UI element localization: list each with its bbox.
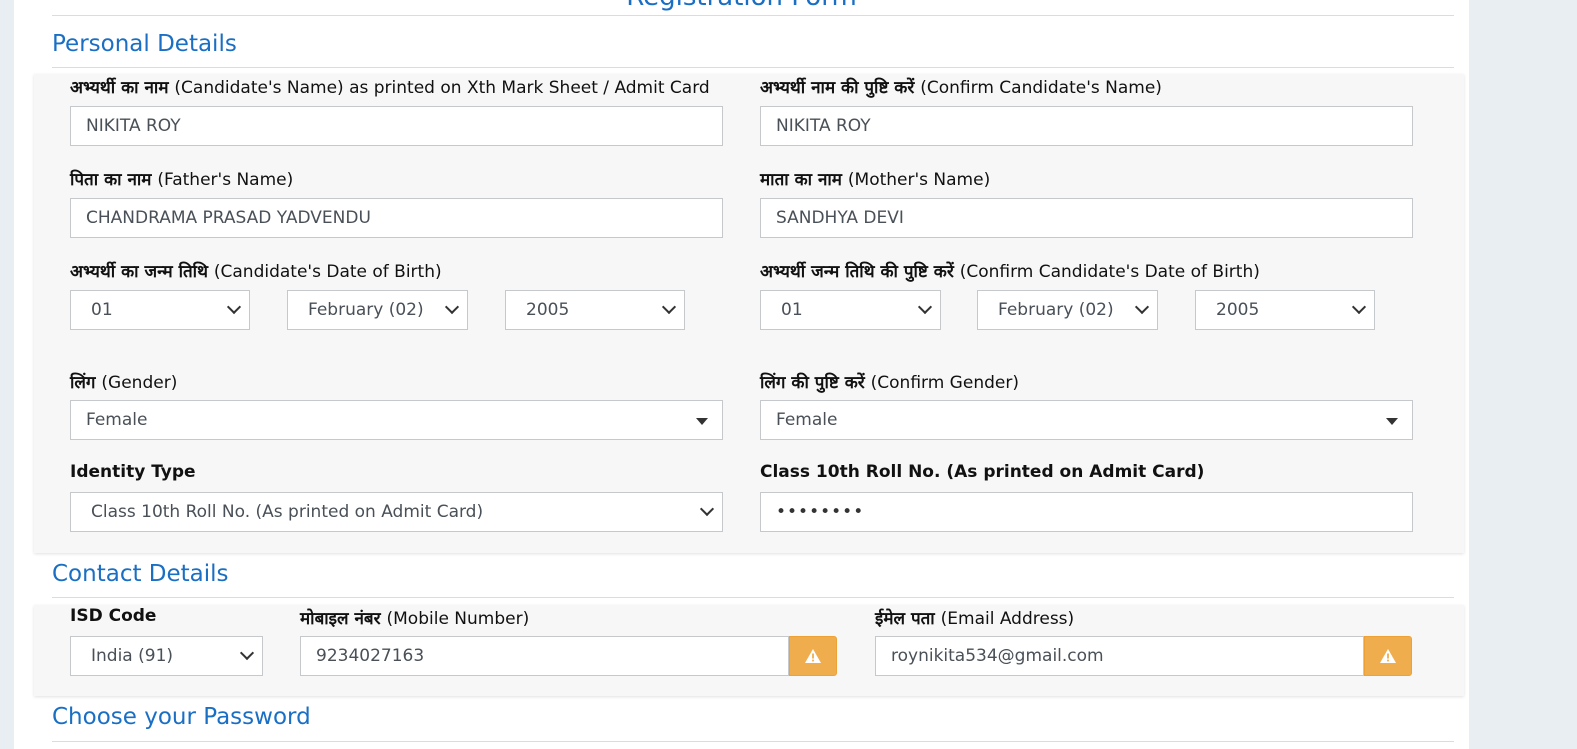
chevron-down-icon xyxy=(661,299,677,315)
caret-down-icon xyxy=(696,418,708,425)
dob-year-select[interactable]: 2005 xyxy=(505,290,685,330)
confirm-dob-month-value: February (02) xyxy=(998,300,1114,320)
dob-month-value: February (02) xyxy=(308,300,424,320)
confirm-gender-select[interactable]: Female xyxy=(760,400,1413,440)
roll-number-input[interactable]: •••••••• xyxy=(760,492,1413,532)
mobile-warning-button[interactable] xyxy=(789,636,837,676)
warning-icon xyxy=(805,649,821,663)
dob-year-value: 2005 xyxy=(526,300,570,320)
isd-code-label: ISD Code xyxy=(70,606,157,626)
section-title-password: Choose your Password xyxy=(52,704,311,730)
confirm-dob-label: अभ्यर्थी जन्म तिथि की पुष्टि करें (Confi… xyxy=(760,262,1260,282)
isd-code-value: India (91) xyxy=(91,646,174,666)
dob-day-select[interactable]: 01 xyxy=(70,290,250,330)
roll-number-label: Class 10th Roll No. (As printed on Admit… xyxy=(760,462,1205,482)
confirm-gender-value: Female xyxy=(776,410,838,430)
candidate-name-input[interactable]: NIKITA ROY xyxy=(70,106,723,146)
mother-name-label: माता का नाम (Mother's Name) xyxy=(760,170,991,190)
mother-name-input[interactable]: SANDHYA DEVI xyxy=(760,198,1413,238)
dob-day-value: 01 xyxy=(91,300,113,320)
dob-month-select[interactable]: February (02) xyxy=(287,290,468,330)
identity-type-label: Identity Type xyxy=(70,462,196,482)
divider xyxy=(52,741,1454,742)
dob-label: अभ्यर्थी का जन्म तिथि (Candidate's Date … xyxy=(70,262,442,282)
identity-type-value: Class 10th Roll No. (As printed on Admit… xyxy=(91,502,484,522)
divider xyxy=(52,597,1454,598)
section-title-contact: Contact Details xyxy=(52,561,229,587)
confirm-dob-day-select[interactable]: 01 xyxy=(760,290,941,330)
confirm-gender-label: लिंग की पुष्टि करें (Confirm Gender) xyxy=(760,373,1019,393)
email-address-input[interactable]: roynikita534@gmail.com xyxy=(875,636,1364,676)
confirm-dob-month-select[interactable]: February (02) xyxy=(977,290,1158,330)
chevron-down-icon xyxy=(444,299,460,315)
divider xyxy=(52,15,1454,16)
form-title: Registration Form xyxy=(14,0,1469,12)
mobile-number-label: मोबाइल नंबर (Mobile Number) xyxy=(300,609,530,629)
father-name-input[interactable]: CHANDRAMA PRASAD YADVENDU xyxy=(70,198,723,238)
chevron-down-icon xyxy=(1134,299,1150,315)
father-name-label: पिता का नाम (Father's Name) xyxy=(70,170,294,190)
chevron-down-icon xyxy=(1351,299,1367,315)
warning-icon xyxy=(1380,649,1396,663)
isd-code-select[interactable]: India (91) xyxy=(70,636,263,676)
gender-select[interactable]: Female xyxy=(70,400,723,440)
confirm-dob-year-select[interactable]: 2005 xyxy=(1195,290,1375,330)
chevron-down-icon xyxy=(699,501,715,517)
confirm-dob-day-value: 01 xyxy=(781,300,803,320)
identity-type-select[interactable]: Class 10th Roll No. (As printed on Admit… xyxy=(70,492,723,532)
gender-value: Female xyxy=(86,410,148,430)
section-title-personal: Personal Details xyxy=(52,31,237,57)
divider xyxy=(52,67,1454,68)
gender-label: लिंग (Gender) xyxy=(70,373,178,393)
registration-page: Registration Form Personal Details अभ्यर… xyxy=(14,0,1469,749)
confirm-name-label: अभ्यर्थी नाम की पुष्टि करें (Confirm Can… xyxy=(760,78,1162,98)
chevron-down-icon xyxy=(239,645,255,661)
confirm-name-input[interactable]: NIKITA ROY xyxy=(760,106,1413,146)
confirm-dob-year-value: 2005 xyxy=(1216,300,1260,320)
caret-down-icon xyxy=(1386,418,1398,425)
mobile-number-input[interactable]: 9234027163 xyxy=(300,636,789,676)
email-address-label: ईमेल पता (Email Address) xyxy=(875,609,1075,629)
candidate-name-label: अभ्यर्थी का नाम (Candidate's Name) as pr… xyxy=(70,78,710,98)
chevron-down-icon xyxy=(917,299,933,315)
chevron-down-icon xyxy=(226,299,242,315)
email-warning-button[interactable] xyxy=(1364,636,1412,676)
